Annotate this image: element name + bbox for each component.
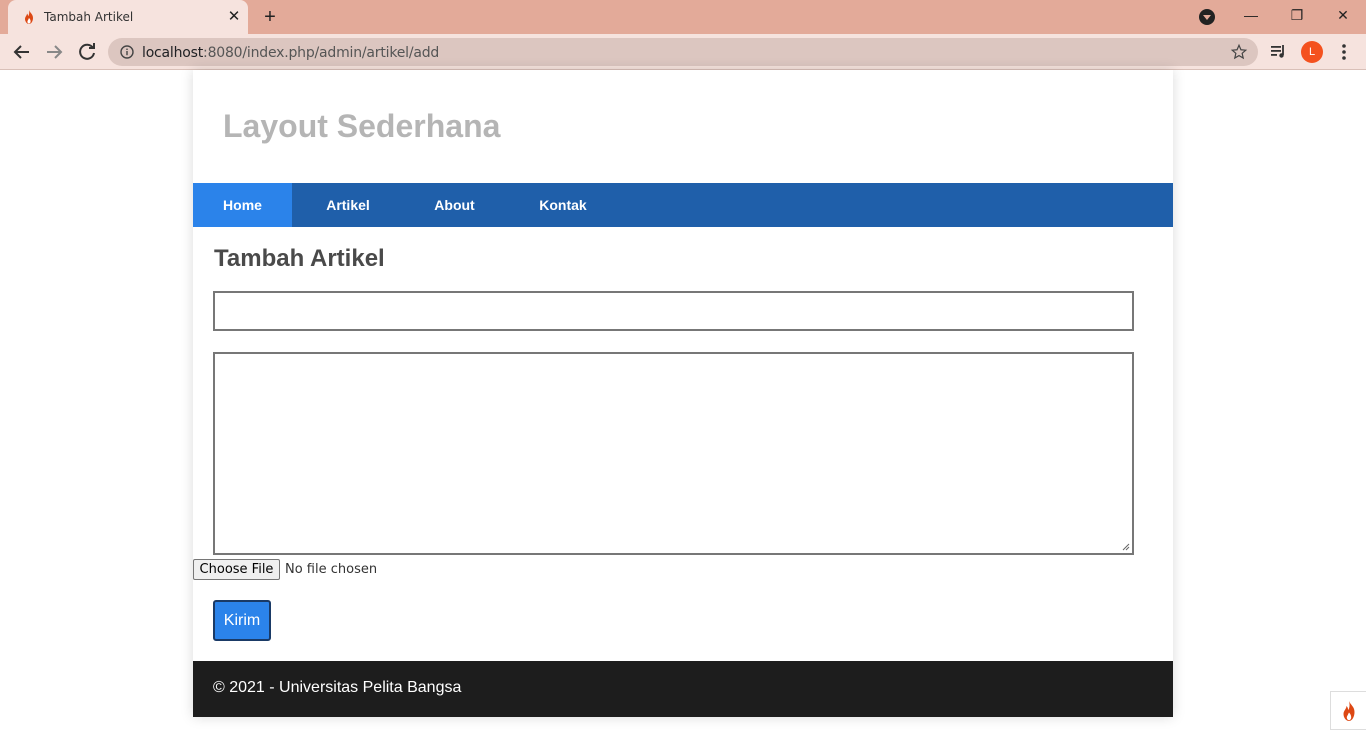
file-status-text: No file chosen [285,562,378,577]
submit-button[interactable]: Kirim [213,600,271,641]
resize-grip-icon[interactable] [1122,543,1130,551]
reload-icon[interactable] [75,40,99,64]
browser-tab-strip: Tambah Artikel ✕ + — ❐ ✕ [0,0,1366,34]
nav-item-kontak[interactable]: Kontak [505,183,621,227]
site-title: Layout Sederhana [223,108,501,144]
new-tab-button[interactable]: + [258,6,282,28]
site-info-icon[interactable] [120,45,134,59]
url-text: localhost:8080/index.php/admin/artikel/a… [142,45,439,61]
url-path: :8080/index.php/admin/artikel/add [203,45,440,61]
restore-button[interactable]: ❐ [1283,4,1311,26]
media-queue-icon[interactable] [1270,43,1288,61]
site-header: Layout Sederhana [193,70,1173,183]
url-host: localhost [142,45,204,61]
page-container: Layout Sederhana Home Artikel About Kont… [193,70,1173,717]
codeigniter-flame-icon [1343,701,1355,721]
main-navbar: Home Artikel About Kontak [193,183,1173,227]
forward-arrow-icon[interactable] [42,40,66,64]
nav-item-artikel[interactable]: Artikel [292,183,404,227]
browser-toolbar: localhost:8080/index.php/admin/artikel/a… [0,34,1366,70]
article-title-input[interactable] [213,291,1134,331]
minimize-button[interactable]: — [1237,4,1265,26]
tab-search-icon[interactable] [1199,9,1215,25]
footer-text: © 2021 - Universitas Pelita Bangsa [213,679,462,696]
back-arrow-icon[interactable] [10,40,34,64]
site-footer: © 2021 - Universitas Pelita Bangsa [193,661,1173,717]
tab-close-icon[interactable]: ✕ [224,7,244,27]
article-body-textarea[interactable] [213,352,1134,555]
bookmark-star-icon[interactable] [1230,43,1248,61]
codeigniter-flame-icon [25,10,33,24]
debug-toolbar-toggle[interactable] [1330,691,1366,730]
page-heading: Tambah Artikel [214,245,385,272]
tab-title: Tambah Artikel [44,10,134,24]
nav-item-home[interactable]: Home [193,183,292,227]
browser-menu-icon[interactable] [1336,42,1352,62]
choose-file-button[interactable]: Choose File [193,559,280,580]
close-window-button[interactable]: ✕ [1329,4,1357,26]
browser-tab[interactable]: Tambah Artikel ✕ [8,0,248,34]
nav-item-about[interactable]: About [404,183,505,227]
profile-avatar[interactable]: L [1301,41,1323,63]
address-bar[interactable]: localhost:8080/index.php/admin/artikel/a… [108,38,1258,66]
